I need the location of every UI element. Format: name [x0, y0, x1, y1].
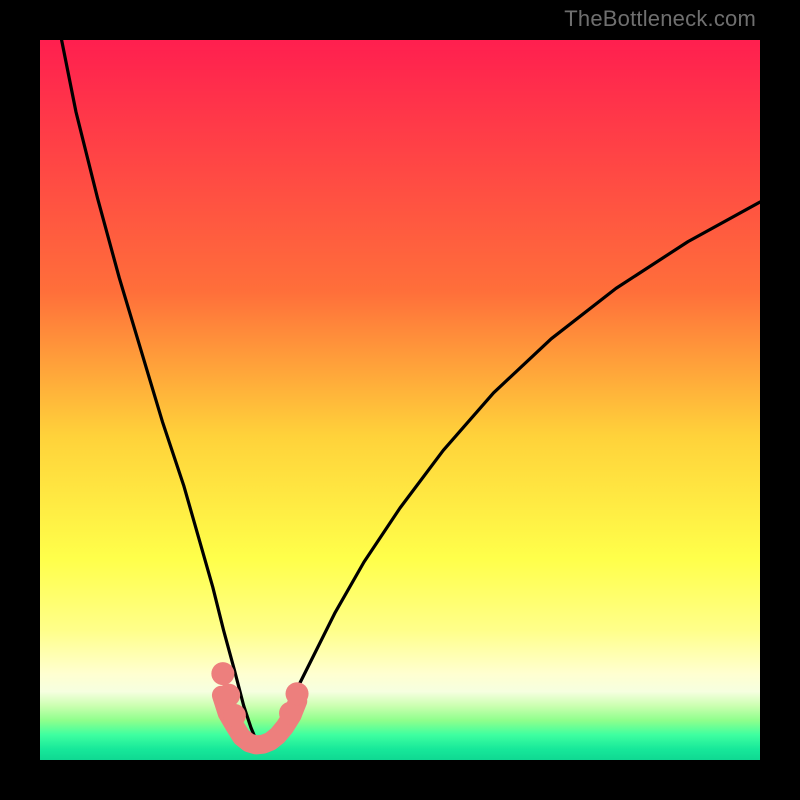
highlight-marker	[223, 704, 246, 727]
chart-frame: TheBottleneck.com	[0, 0, 800, 800]
bottleneck-curve-line	[62, 40, 760, 744]
chart-svg	[40, 40, 760, 760]
highlight-marker	[211, 662, 234, 685]
highlight-marker	[286, 682, 309, 705]
watermark-text: TheBottleneck.com	[564, 6, 756, 32]
plot-area	[40, 40, 760, 760]
highlight-marker	[217, 684, 240, 707]
